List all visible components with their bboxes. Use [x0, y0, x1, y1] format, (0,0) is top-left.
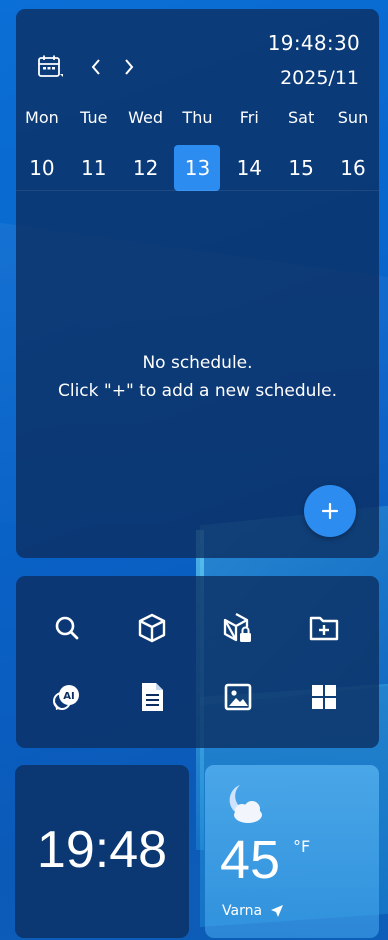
day-number[interactable]: 15: [278, 145, 324, 191]
empty-schedule-line2: Click "+" to add a new schedule.: [57, 381, 338, 401]
day-column: Wed 12: [120, 107, 172, 191]
next-week-button[interactable]: [118, 54, 140, 80]
chevron-left-icon: [91, 59, 100, 75]
folder-add-icon[interactable]: [304, 608, 344, 648]
day-number[interactable]: 14: [226, 145, 272, 191]
weather-location: Varna: [222, 903, 284, 919]
chevron-right-icon: [125, 59, 134, 75]
cube-icon[interactable]: [132, 608, 172, 648]
calendar-current-time: 19:48:30: [267, 31, 360, 55]
day-name: Fri: [239, 108, 259, 127]
grid-icon[interactable]: [304, 677, 344, 717]
cube-lock-icon[interactable]: [218, 608, 258, 648]
search-icon[interactable]: [47, 608, 87, 648]
day-number[interactable]: 12: [123, 145, 169, 191]
temperature-unit: °F: [293, 837, 311, 856]
empty-schedule-line1: No schedule.: [142, 353, 253, 373]
calendar-month: 2025/11: [280, 67, 359, 89]
empty-schedule-message: No schedule. Click "+" to add a new sche…: [16, 349, 379, 405]
calendar-icon[interactable]: [37, 54, 63, 80]
day-number[interactable]: 11: [71, 145, 117, 191]
day-column: Thu 13: [172, 107, 224, 191]
weather-widget[interactable]: 45 °F Varna: [205, 765, 379, 938]
svg-text:AI: AI: [63, 691, 74, 702]
plus-icon: [321, 502, 339, 520]
calendar-widget: 19:48:30 2025/11 Mon 10 Tue 11 Wed 12 Th…: [16, 9, 379, 558]
document-icon[interactable]: [132, 677, 172, 717]
day-name: Mon: [25, 108, 59, 127]
day-number[interactable]: 16: [330, 145, 376, 191]
calendar-divider: [16, 190, 379, 191]
day-name: Tue: [80, 108, 108, 127]
day-column: Sun 16: [327, 107, 379, 191]
week-strip: Mon 10 Tue 11 Wed 12 Thu 13 Fri 14 Sat 1…: [16, 107, 379, 191]
ai-chat-icon[interactable]: AI: [47, 677, 87, 717]
day-column: Sat 15: [275, 107, 327, 191]
day-column: Fri 14: [223, 107, 275, 191]
previous-week-button[interactable]: [85, 54, 107, 80]
day-name: Sun: [337, 108, 369, 127]
selected-day-number[interactable]: 13: [174, 145, 221, 191]
image-icon[interactable]: [218, 677, 258, 717]
clock-time: 19:48: [36, 821, 168, 879]
add-schedule-button[interactable]: [304, 485, 356, 537]
city-name: Varna: [222, 903, 263, 919]
moon-cloud-icon: [222, 781, 268, 827]
quick-tools-widget: AI: [16, 576, 379, 748]
day-column: Tue 11: [68, 107, 120, 191]
temperature-value: 45: [220, 830, 281, 890]
day-name: Sat: [288, 108, 315, 127]
day-column: Mon 10: [16, 107, 68, 191]
clock-widget: 19:48: [15, 765, 189, 938]
day-name: Wed: [128, 108, 164, 127]
day-name: Thu: [182, 108, 213, 127]
day-number[interactable]: 10: [19, 145, 65, 191]
location-arrow-icon: [271, 905, 284, 917]
